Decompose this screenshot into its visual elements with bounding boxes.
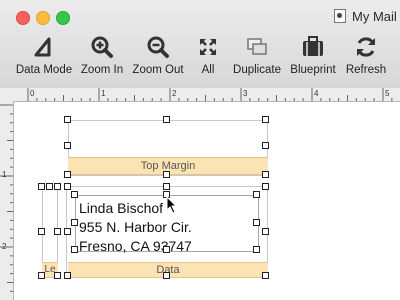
- window-title: My Mail: [334, 9, 397, 24]
- horizontal-ruler: 0 1 2 3 4 5: [0, 88, 400, 102]
- zoom-out-label: Zoom Out: [132, 64, 184, 76]
- horizontal-ruler-ticks: [27, 88, 393, 101]
- zoom-window-button[interactable]: [56, 11, 70, 25]
- window-titlebar: My Mail Data Mode Zoom In Zoom Out All D…: [0, 0, 400, 89]
- blueprint-button[interactable]: Blueprint: [288, 30, 338, 76]
- address-line-3: Fresno, CA 93747: [79, 238, 192, 254]
- ruler-label-v2: 2: [2, 242, 7, 251]
- resize-handle[interactable]: [253, 219, 260, 226]
- close-window-button[interactable]: [16, 11, 30, 25]
- ruler-label-3: 3: [243, 89, 248, 98]
- data-mode-button[interactable]: Data Mode: [12, 30, 76, 76]
- resize-handle[interactable]: [262, 116, 269, 123]
- resize-handle[interactable]: [262, 183, 269, 190]
- zoom-out-icon: [128, 30, 188, 64]
- zoom-all-button[interactable]: All: [192, 30, 224, 76]
- resize-handle[interactable]: [38, 183, 45, 190]
- resize-handle[interactable]: [38, 272, 45, 279]
- resize-handle[interactable]: [163, 116, 170, 123]
- data-mode-label: Data Mode: [15, 64, 73, 76]
- duplicate-button[interactable]: Duplicate: [228, 30, 286, 76]
- resize-handle[interactable]: [64, 116, 71, 123]
- ruler-label-2: 2: [172, 89, 177, 98]
- zoom-all-icon: [192, 30, 224, 64]
- ruler-label-1: 1: [101, 89, 106, 98]
- zoom-in-icon: [76, 30, 128, 64]
- resize-handle[interactable]: [64, 228, 71, 235]
- resize-handle[interactable]: [38, 228, 45, 235]
- zoom-out-button[interactable]: Zoom Out: [128, 30, 188, 76]
- resize-handle[interactable]: [262, 142, 269, 149]
- resize-handle[interactable]: [71, 191, 78, 198]
- resize-handle[interactable]: [71, 219, 78, 226]
- resize-handle[interactable]: [163, 272, 170, 279]
- resize-handle[interactable]: [163, 171, 170, 178]
- data-mode-icon: [12, 30, 76, 64]
- minimize-window-button[interactable]: [36, 11, 50, 25]
- duplicate-label: Duplicate: [233, 64, 281, 76]
- ruler-label-4: 4: [314, 89, 319, 98]
- resize-handle[interactable]: [64, 272, 71, 279]
- refresh-icon: [342, 30, 390, 64]
- vertical-ruler: 1 2: [0, 101, 14, 300]
- resize-handle[interactable]: [253, 246, 260, 253]
- zoom-in-label: Zoom In: [80, 64, 124, 76]
- mouse-cursor-icon: [166, 195, 178, 219]
- ruler-label-v1: 1: [2, 170, 7, 179]
- document-icon: [334, 9, 346, 23]
- resize-handle[interactable]: [71, 246, 78, 253]
- duplicate-icon: [228, 30, 286, 64]
- ruler-label-5: 5: [385, 89, 390, 98]
- resize-handle[interactable]: [64, 171, 71, 178]
- zoom-in-button[interactable]: Zoom In: [76, 30, 128, 76]
- resize-handle[interactable]: [54, 272, 61, 279]
- vertical-ruler-ticks: [0, 104, 13, 292]
- blueprint-icon: [288, 30, 338, 64]
- resize-handle[interactable]: [64, 183, 71, 190]
- resize-handle[interactable]: [262, 228, 269, 235]
- resize-handle[interactable]: [262, 171, 269, 178]
- resize-handle[interactable]: [163, 183, 170, 190]
- ruler-label-0: 0: [30, 89, 35, 98]
- zoom-all-label: All: [201, 64, 215, 76]
- resize-handle[interactable]: [253, 191, 260, 198]
- resize-handle[interactable]: [163, 246, 170, 253]
- refresh-label: Refresh: [345, 64, 387, 76]
- resize-handle[interactable]: [64, 142, 71, 149]
- window-title-text: My Mail: [352, 9, 397, 24]
- resize-handle[interactable]: [46, 183, 53, 190]
- resize-handle[interactable]: [262, 272, 269, 279]
- address-line-2: 955 N. Harbor Cir.: [79, 219, 192, 235]
- blueprint-label: Blueprint: [290, 64, 336, 76]
- resize-handle[interactable]: [54, 183, 61, 190]
- refresh-button[interactable]: Refresh: [342, 30, 390, 76]
- resize-handle[interactable]: [54, 228, 61, 235]
